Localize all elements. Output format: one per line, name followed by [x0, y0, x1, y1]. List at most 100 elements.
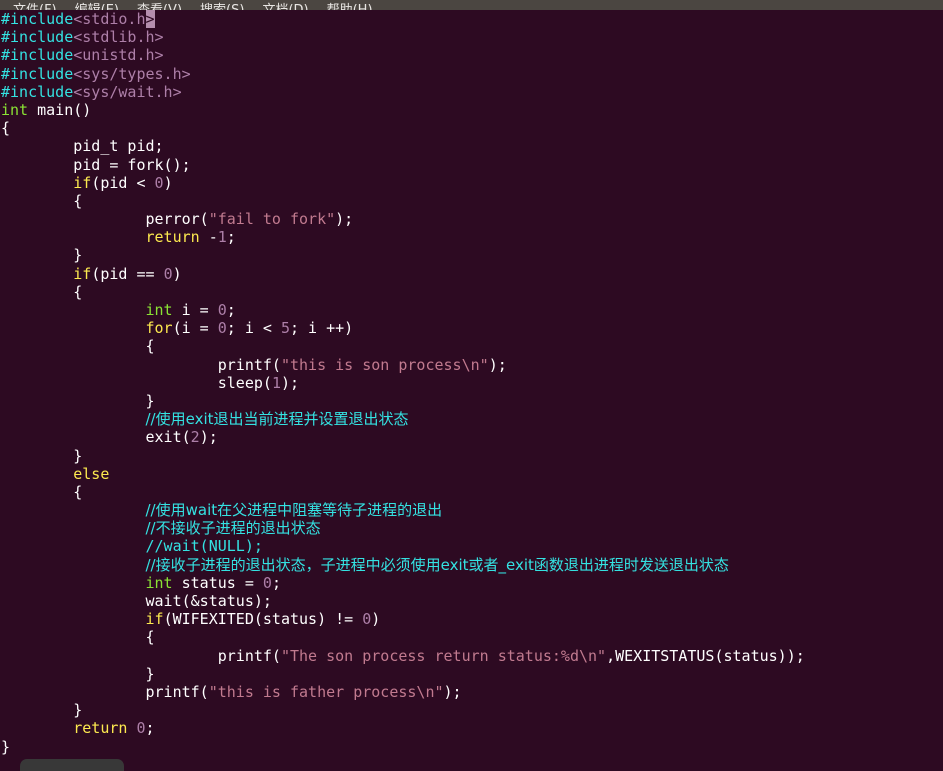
token-pp: #include: [1, 82, 74, 101]
code-line: sleep(1);: [1, 374, 943, 392]
token-kw: else: [73, 464, 110, 483]
token-plain: sleep(: [1, 373, 272, 392]
token-hdr: <stdio.h: [73, 10, 146, 28]
token-plain: {: [1, 482, 83, 501]
token-plain: ;: [145, 719, 155, 738]
token-pp: #include: [1, 28, 74, 47]
token-num: 2: [190, 428, 200, 447]
menu-bar-items: 文件(F)编辑(E)查看(V)搜索(S)文档(D)帮助(H): [4, 1, 382, 10]
code-line: if(WIFEXITED(status) != 0): [1, 610, 943, 628]
token-num: 5: [280, 319, 290, 338]
token-plain: exit(: [1, 428, 191, 447]
code-line: {: [1, 483, 943, 501]
token-plain: (pid ==: [91, 264, 164, 283]
token-plain: }: [1, 737, 11, 756]
menu-bar: 文件(F)编辑(E)查看(V)搜索(S)文档(D)帮助(H): [0, 0, 943, 10]
code-line: int i = 0;: [1, 301, 943, 319]
code-line: }: [1, 738, 943, 756]
token-plain: }: [1, 664, 155, 683]
menu-item-2[interactable]: 查看(V): [128, 1, 191, 10]
token-plain: ; i ++): [290, 319, 354, 338]
code-line: return 0;: [1, 719, 943, 737]
token-plain: {: [1, 191, 83, 210]
token-plain: }: [1, 391, 155, 410]
token-kw: if: [145, 610, 164, 629]
token-cmt: //不接收子进程的退出状态: [145, 519, 321, 538]
token-plain: printf(: [1, 355, 281, 374]
code-line: //使用exit退出当前进程并设置退出状态: [1, 410, 943, 428]
token-cmt: //使用exit退出当前进程并设置退出状态: [145, 410, 409, 429]
token-plain: wait(&status);: [1, 592, 272, 610]
code-line: }: [1, 392, 943, 410]
code-line: exit(2);: [1, 428, 943, 446]
token-kw: return: [73, 719, 128, 738]
token-hdr: <sys/types.h>: [73, 64, 191, 83]
code-line: wait(&status);: [1, 592, 943, 610]
token-num: 0: [217, 319, 227, 338]
bottom-tab-strip: [0, 757, 943, 771]
token-kw: return: [145, 228, 200, 247]
token-str: "this is father process\n": [208, 682, 444, 701]
token-plain: ): [172, 264, 182, 283]
code-line: {: [1, 192, 943, 210]
menu-item-5[interactable]: 帮助(H): [318, 1, 382, 10]
token-num: 1: [217, 228, 227, 247]
code-line: if(pid < 0): [1, 174, 943, 192]
token-plain: printf(: [1, 682, 209, 701]
token-cmt: //接收子进程的退出状态，子进程中必须使用exit或者_exit函数退出进程时发…: [145, 555, 729, 574]
token-plain: (WIFEXITED(status) !=: [163, 610, 363, 629]
token-plain: );: [280, 373, 300, 392]
code-line: perror("fail to fork");: [1, 210, 943, 228]
token-str: "The son process return status:%d\n": [280, 646, 607, 665]
code-line: {: [1, 119, 943, 137]
code-line: {: [1, 337, 943, 355]
code-line: {: [1, 628, 943, 646]
token-type: int: [145, 573, 173, 592]
token-cmt: //使用wait在父进程中阻塞等待子进程的退出: [145, 501, 443, 520]
code-line: #include<sys/types.h>: [1, 65, 943, 83]
code-line: }: [1, 701, 943, 719]
token-pp: #include: [1, 64, 74, 83]
token-type: int: [145, 301, 173, 319]
token-plain: ): [163, 173, 173, 192]
token-plain: ): [371, 610, 381, 629]
menu-item-4[interactable]: 文档(D): [253, 1, 317, 10]
token-num: 0: [154, 173, 164, 192]
token-plain: printf(: [1, 646, 281, 665]
token-plain: (pid <: [91, 173, 155, 192]
code-line: }: [1, 665, 943, 683]
token-str: "this is son process\n": [280, 355, 489, 374]
code-line: printf("The son process return status:%d…: [1, 647, 943, 665]
menu-item-1[interactable]: 编辑(E): [66, 1, 128, 10]
code-editor[interactable]: #include<stdio.h> #include<stdlib.h> #incl…: [0, 10, 943, 757]
menu-item-3[interactable]: 搜索(S): [191, 1, 253, 10]
token-num: 0: [136, 719, 146, 738]
token-plain: pid_t pid;: [1, 137, 164, 156]
token-plain: (i =: [172, 319, 218, 338]
menu-item-0[interactable]: 文件(F): [4, 1, 66, 10]
code-line: if(pid == 0): [1, 265, 943, 283]
code-line: printf("this is son process\n");: [1, 356, 943, 374]
source-code-text[interactable]: #include<stdio.h> #include<stdlib.h> #incl…: [0, 10, 943, 756]
code-line: #include<sys/wait.h>: [1, 83, 943, 101]
document-tab[interactable]: [20, 759, 124, 771]
token-num: 0: [362, 610, 372, 629]
token-plain: status =: [172, 573, 263, 592]
token-plain: -: [199, 228, 218, 247]
token-plain: {: [1, 282, 83, 301]
code-line: #include<unistd.h>: [1, 46, 943, 64]
token-hdr: <sys/wait.h>: [73, 82, 182, 101]
token-cmt: //wait(NULL);: [145, 537, 263, 556]
token-pp: #include: [1, 10, 74, 28]
